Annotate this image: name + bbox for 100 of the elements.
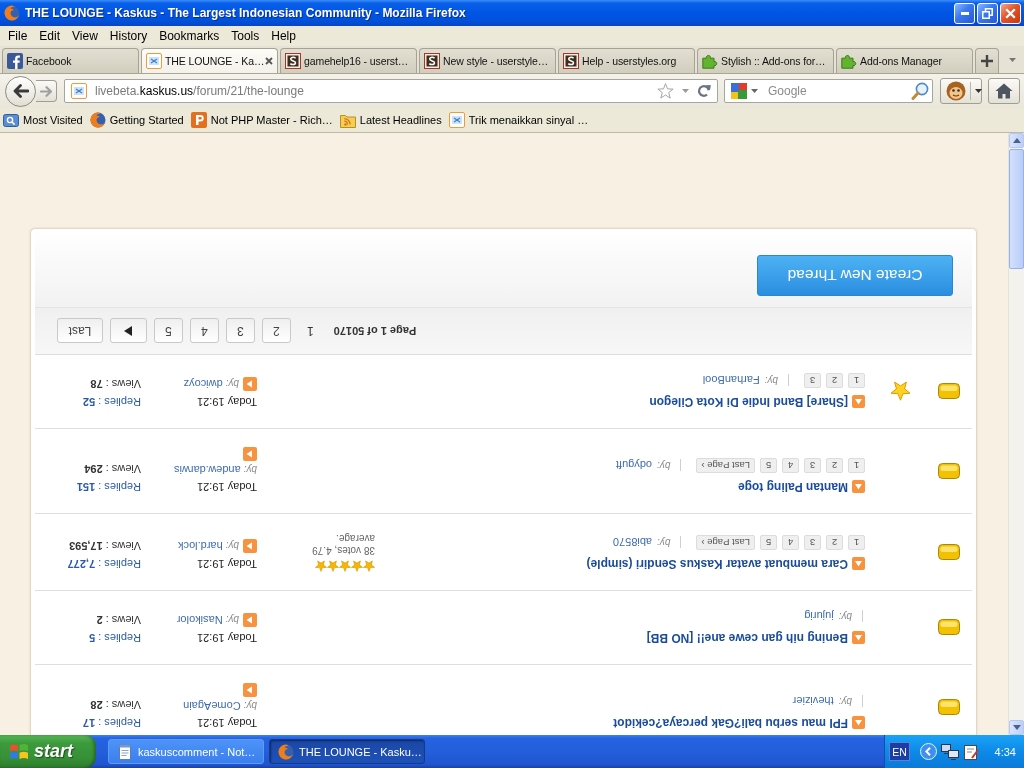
username-link[interactable]: ComeAgain <box>183 700 241 712</box>
page-link[interactable]: 1 <box>848 535 865 550</box>
username-link[interactable]: thevizier <box>792 695 834 708</box>
scroll-up-button[interactable] <box>1009 133 1024 148</box>
page-link[interactable]: 1 <box>848 458 865 473</box>
menu-item[interactable]: Help <box>271 29 296 43</box>
tab[interactable]: Facebook <box>2 48 139 73</box>
thread-title-link[interactable]: Bening nih gan cewe ane!! [NO BB] <box>646 631 848 645</box>
menu-item[interactable]: History <box>109 29 148 43</box>
replies-count: Replies : 17 <box>81 716 141 731</box>
search-icon[interactable] <box>911 82 929 100</box>
tab[interactable]: Stylish :: Add-ons for… <box>697 48 834 73</box>
scroll-down-button[interactable] <box>1009 720 1024 735</box>
page-link[interactable]: 5 <box>760 535 777 550</box>
username-link[interactable]: abi8570 <box>612 536 653 549</box>
username-link[interactable]: FarhanBool <box>702 374 760 387</box>
network-icon[interactable] <box>941 743 959 760</box>
bookmark-item[interactable]: Getting Started <box>89 112 184 128</box>
extension-button[interactable] <box>940 78 982 104</box>
bookmark-item[interactable]: Latest Headlines <box>339 112 442 128</box>
forward-button[interactable] <box>36 80 57 102</box>
tab[interactable]: gamehelp16 - userst… <box>280 48 417 73</box>
page-button[interactable]: 2 <box>262 318 291 344</box>
close-button[interactable] <box>1000 2 1021 24</box>
thread-title-link[interactable]: Mantan Paling toge <box>738 480 848 494</box>
username-link[interactable]: jujurig <box>804 610 834 623</box>
username-link[interactable]: hard.lock <box>178 540 223 552</box>
tab[interactable]: Help - userstyles.org <box>558 48 695 73</box>
page-link[interactable]: 1 <box>848 373 865 388</box>
page-link[interactable]: 4 <box>782 535 799 550</box>
bookmark-item[interactable]: Not PHP Master - Rich… <box>190 112 333 128</box>
tab[interactable]: THE LOUNGE - Ka… <box>141 48 278 73</box>
scrollbar-thumb[interactable] <box>1009 149 1024 269</box>
start-button[interactable]: start <box>0 735 96 768</box>
fox-globe-icon <box>4 5 20 21</box>
taskbar-button[interactable]: THE LOUNGE - Kasku… <box>269 739 425 764</box>
page-link[interactable]: 2 <box>826 458 843 473</box>
next-page-button[interactable] <box>110 318 147 344</box>
search-box[interactable]: Google <box>724 79 933 103</box>
last-page-link[interactable]: Last Page › <box>696 535 755 550</box>
username-link[interactable]: odyguft <box>615 459 653 472</box>
username-link[interactable]: Nasikolor <box>176 614 223 626</box>
menu-item[interactable]: Tools <box>231 29 260 43</box>
thread-title-link[interactable]: Cara membuat avatar Kaskus Sendiri (simple) <box>586 557 848 571</box>
star-icon[interactable] <box>657 83 674 99</box>
down-arrow-icon <box>1012 725 1021 730</box>
page-button[interactable]: 4 <box>190 318 219 344</box>
page-link[interactable]: 5 <box>760 458 777 473</box>
replies-count: Replies : 5 <box>88 631 141 646</box>
last-post-date: Today 19:21 <box>196 557 257 572</box>
home-icon <box>995 83 1013 99</box>
restore-icon <box>982 7 993 19</box>
close-icon[interactable] <box>265 57 273 65</box>
folder-icon <box>938 699 960 715</box>
rating-text: 38 votes, 4.79 average. <box>311 532 375 556</box>
chevron-icon[interactable] <box>920 743 937 760</box>
last-post-date: Today 19:21 <box>196 631 257 646</box>
search-engine-icon[interactable] <box>731 83 747 99</box>
s-logo-icon <box>285 53 301 69</box>
caret-icon[interactable] <box>751 89 758 93</box>
url-field[interactable]: livebeta.kaskus.us/forum/21/the-lounge <box>64 79 718 103</box>
tab[interactable]: New style - userstyle… <box>419 48 556 73</box>
page-button[interactable]: 5 <box>154 318 183 344</box>
minimize-button[interactable] <box>954 2 975 24</box>
replies-count: Replies : 7,277 <box>66 557 141 572</box>
views-count: Views : 17,593 <box>68 539 141 553</box>
bookmark-item[interactable]: Most Visited <box>3 112 83 128</box>
page-link[interactable]: 3 <box>804 535 821 550</box>
page-link[interactable]: 3 <box>804 373 821 388</box>
page-link[interactable]: 2 <box>826 373 843 388</box>
language-indicator[interactable]: EN <box>889 742 910 761</box>
caret-icon[interactable] <box>1009 57 1016 62</box>
search-field[interactable]: Google <box>762 82 907 100</box>
menu-item[interactable]: File <box>8 29 28 43</box>
reload-icon[interactable] <box>697 84 711 98</box>
page-link[interactable]: 3 <box>804 458 821 473</box>
menu-item[interactable]: Edit <box>39 29 61 43</box>
site-icon <box>146 53 162 69</box>
page-link[interactable]: 4 <box>782 458 799 473</box>
monkey-face-icon <box>946 81 966 101</box>
username-link[interactable]: dwicoyz <box>183 378 223 390</box>
bookmark-item[interactable]: Trik menaikkan sinyal … <box>448 112 589 128</box>
thread-title-link[interactable]: [Share] Band Indie Di Kota Cilegon <box>649 395 848 409</box>
document-icon[interactable] <box>963 743 979 760</box>
caret-icon[interactable] <box>682 89 689 93</box>
last-post-date: Today 19:21 <box>196 716 257 731</box>
back-button[interactable] <box>5 75 36 107</box>
menu-item[interactable]: Bookmarks <box>159 29 220 43</box>
page-link[interactable]: 2 <box>826 535 843 550</box>
page-button[interactable]: 3 <box>226 318 255 344</box>
menu-item[interactable]: View <box>72 29 98 43</box>
last-page-button[interactable]: Last <box>57 318 103 344</box>
home-button[interactable] <box>988 78 1020 104</box>
last-page-link[interactable]: Last Page › <box>696 458 755 473</box>
triangle-arrow-icon <box>124 326 133 336</box>
tab[interactable]: Add-ons Manager <box>836 48 973 73</box>
thread-title-link[interactable]: FPI mau serbu bali?Gak percaya?cekidot <box>613 716 848 730</box>
new-tab-button[interactable] <box>975 48 999 73</box>
restore-button[interactable] <box>977 2 998 24</box>
username-link[interactable]: andew.darwis <box>174 464 241 476</box>
